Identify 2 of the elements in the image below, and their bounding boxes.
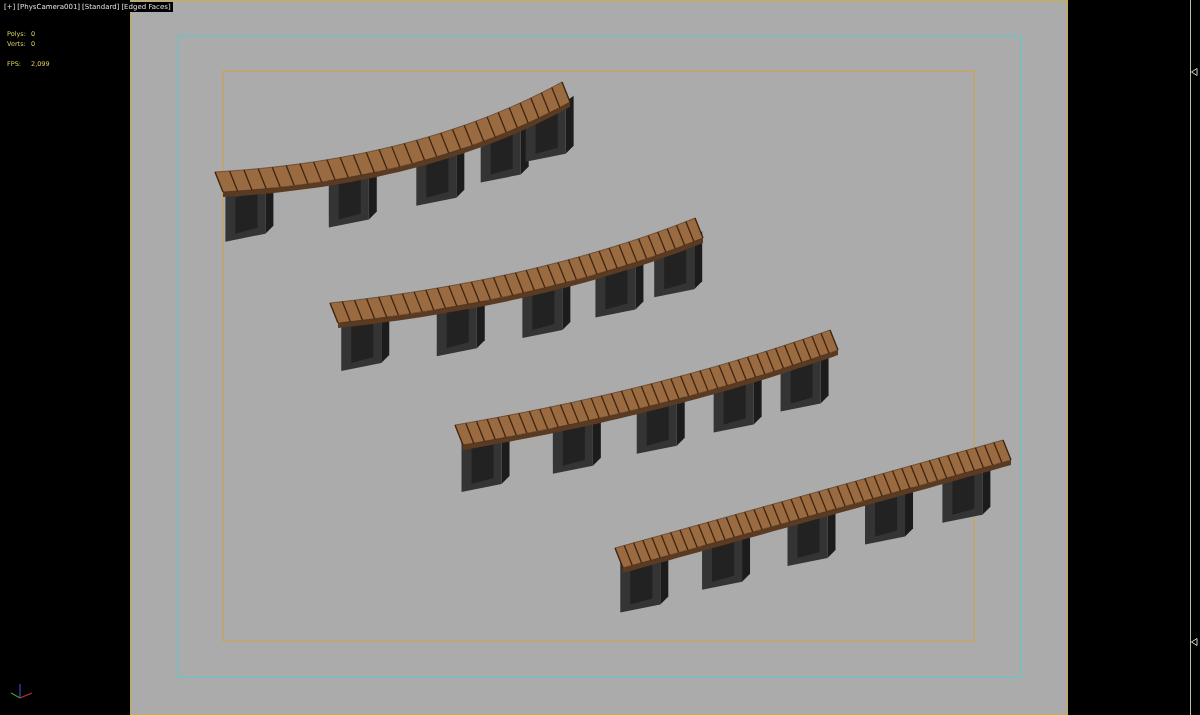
triangle-marker-icon[interactable]: [1191, 68, 1198, 76]
triangle-marker-icon[interactable]: [1191, 638, 1198, 646]
